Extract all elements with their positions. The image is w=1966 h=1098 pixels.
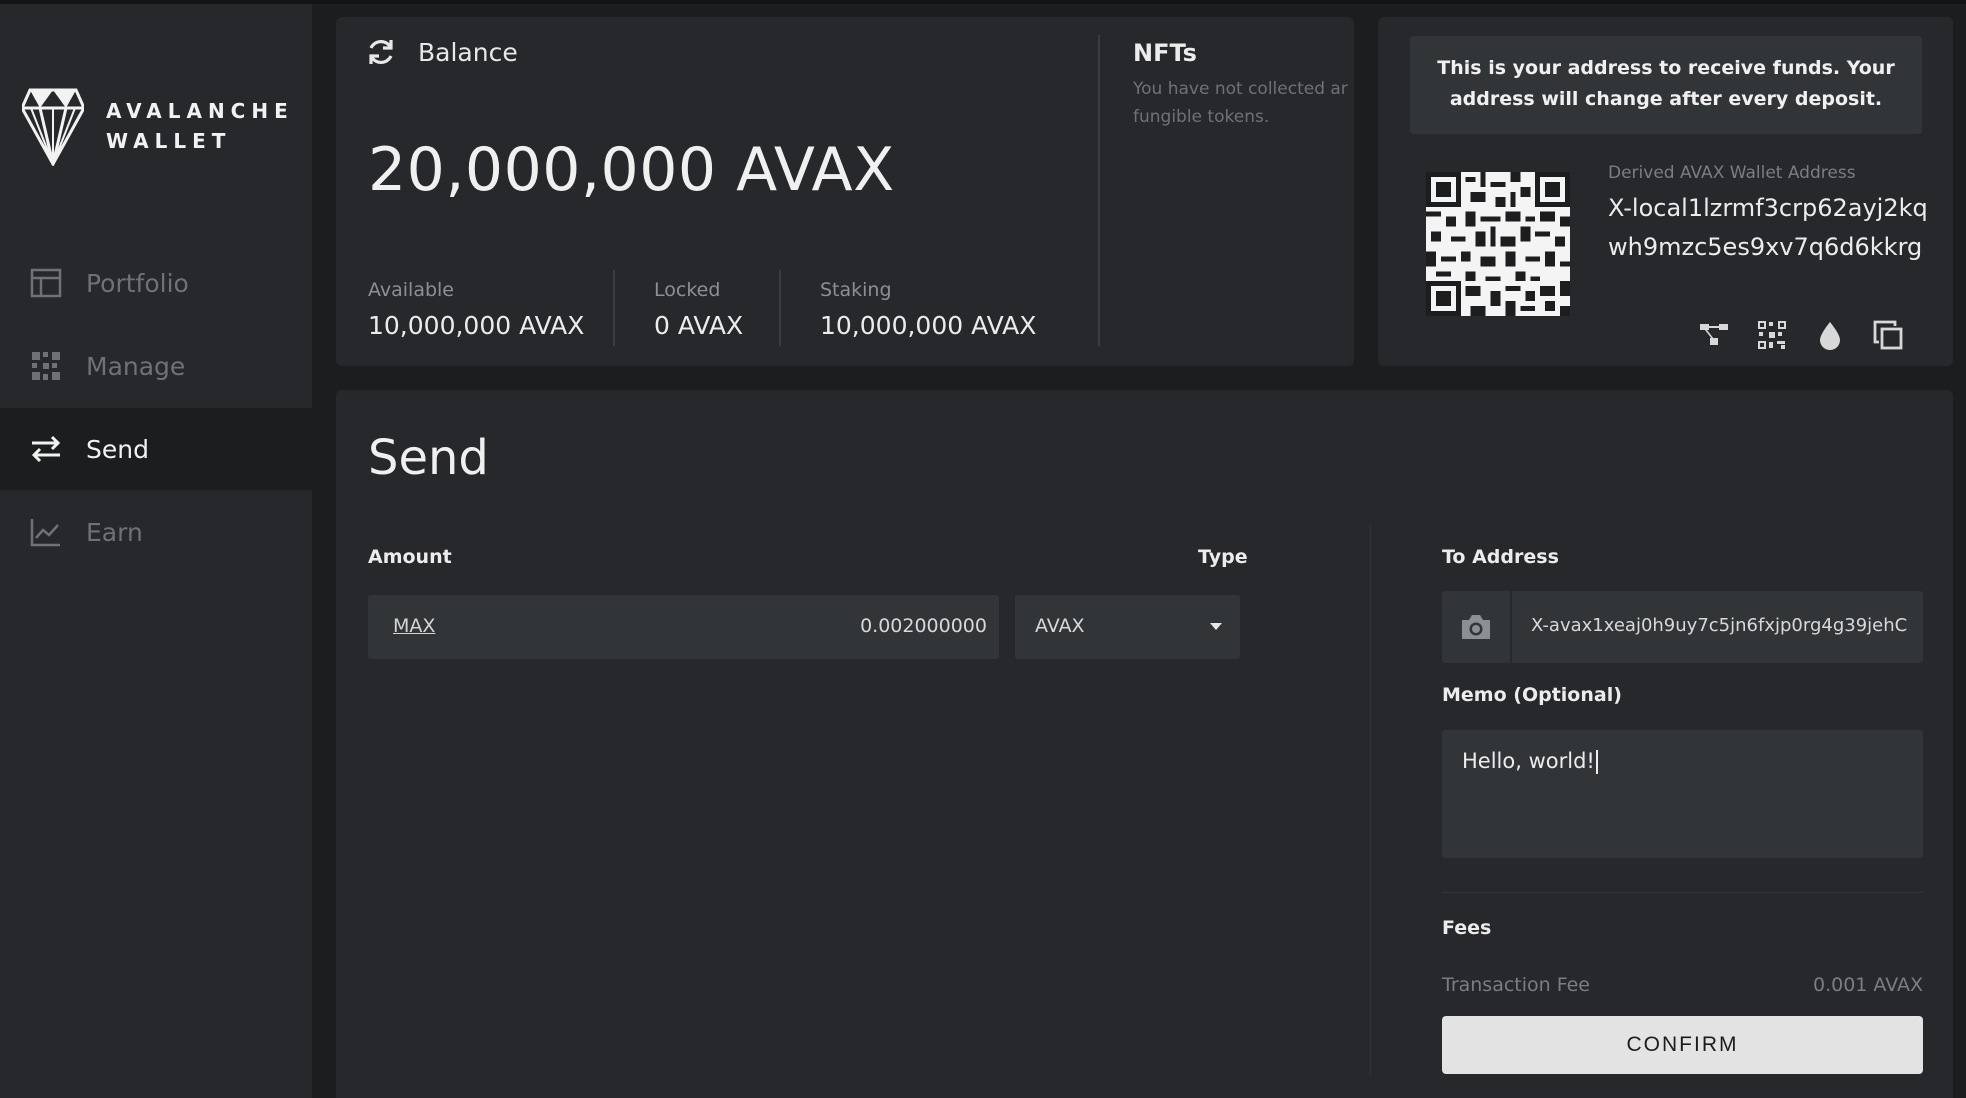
sidebar: AVALANCHE WALLET Portfolio Manage Send E… [0, 4, 312, 1098]
asset-type-value: AVAX [1035, 615, 1085, 637]
sidebar-item-manage[interactable]: Manage [0, 325, 312, 407]
available-value: 10,000,000 AVAX [368, 311, 585, 340]
divider [1442, 892, 1923, 893]
divider [1370, 525, 1371, 1075]
amount-input[interactable]: MAX 0.002000000 [368, 595, 999, 659]
fees-label: Fees [1442, 917, 1492, 939]
memo-value: Hello, world! [1462, 749, 1595, 773]
page-title: Send [368, 430, 489, 486]
sidebar-item-label: Manage [86, 351, 186, 381]
text-cursor [1595, 750, 1598, 774]
qr-code-image [1426, 172, 1570, 316]
staking-label: Staking [820, 279, 892, 301]
address-actions [1696, 317, 1928, 353]
wallet-address[interactable]: X-local1lzrmf3crp62ayj2kqwh9mzc5es9xv7q6… [1608, 189, 1928, 267]
sidebar-item-label: Send [86, 434, 149, 464]
address-label: Derived AVAX Wallet Address [1608, 163, 1856, 183]
balance-locked: Locked 0 AVAX [654, 279, 743, 340]
copy-address-button[interactable] [1870, 317, 1906, 353]
nft-description: You have not collected ar fungible token… [1133, 75, 1354, 131]
max-button[interactable]: MAX [393, 615, 435, 637]
balance-title: Balance [418, 37, 518, 67]
logo-title-line2: WALLET [106, 129, 232, 153]
balance-available: Available 10,000,000 AVAX [368, 279, 584, 340]
earn-icon [30, 516, 62, 548]
portfolio-icon [30, 267, 62, 299]
sidebar-item-portfolio[interactable]: Portfolio [0, 242, 312, 324]
derived-addresses-icon [1700, 324, 1728, 345]
transaction-fee-value: 0.001 AVAX [1812, 974, 1923, 996]
staking-value: 10,000,000 AVAX [820, 311, 1037, 340]
locked-value: 0 AVAX [654, 311, 744, 340]
confirm-button[interactable]: CONFIRM [1442, 1016, 1923, 1074]
sidebar-item-label: Portfolio [86, 268, 189, 298]
nft-title: NFTs [1133, 39, 1197, 67]
sidebar-item-label: Earn [86, 517, 143, 547]
balance-total: 20,000,000 AVAX [368, 135, 895, 205]
logo-title-line1: AVALANCHE [106, 99, 294, 123]
divider [779, 270, 781, 346]
send-icon [30, 433, 62, 465]
address-card: This is your address to receive funds. Y… [1378, 17, 1953, 366]
amount-label: Amount [368, 546, 452, 568]
avalanche-diamond-icon [22, 88, 84, 166]
locked-label: Locked [654, 279, 721, 301]
amount-value[interactable]: 0.002000000 [860, 615, 987, 637]
scan-qr-button[interactable] [1442, 591, 1512, 663]
sidebar-item-earn[interactable]: Earn [0, 491, 312, 573]
available-label: Available [368, 279, 455, 301]
sidebar-item-send[interactable]: Send [0, 408, 312, 490]
send-card: Send Amount Type MAX 0.002000000 AVAX To… [336, 390, 1953, 1098]
balance-staking: Staking 10,000,000 AVAX [820, 279, 1036, 340]
divider [613, 270, 615, 346]
app-logo[interactable]: AVALANCHE WALLET [22, 86, 294, 166]
memo-label: Memo (Optional) [1442, 684, 1622, 706]
camera-icon [1462, 615, 1490, 639]
asset-type-select[interactable]: AVAX [1015, 595, 1240, 659]
copy-icon [1873, 320, 1903, 350]
balance-card: Balance 20,000,000 AVAX Available 10,000… [336, 17, 1354, 366]
chevron-down-icon [1210, 623, 1222, 630]
show-qr-button[interactable] [1754, 317, 1790, 353]
nft-desc-line1: You have not collected ar [1133, 79, 1348, 99]
nft-desc-line2: fungible tokens. [1133, 107, 1270, 127]
manage-icon [30, 350, 62, 382]
to-address-field: X-avax1xeaj0h9uy7c5jn6fxjp0rg4g39jehC [1442, 591, 1923, 663]
divider [1098, 35, 1100, 346]
to-address-label: To Address [1442, 546, 1559, 568]
type-label: Type [1198, 546, 1248, 568]
faucet-drop-icon [1820, 322, 1840, 350]
derived-addresses-button[interactable] [1696, 317, 1732, 353]
address-notice: This is your address to receive funds. Y… [1410, 36, 1922, 134]
memo-textarea[interactable]: Hello, world! [1442, 730, 1923, 858]
to-address-input[interactable]: X-avax1xeaj0h9uy7c5jn6fxjp0rg4g39jehC [1531, 615, 1911, 636]
refresh-icon[interactable] [366, 37, 396, 67]
transaction-fee-label: Transaction Fee [1442, 974, 1591, 996]
qr-code-icon [1758, 321, 1786, 349]
faucet-button[interactable] [1812, 317, 1848, 353]
